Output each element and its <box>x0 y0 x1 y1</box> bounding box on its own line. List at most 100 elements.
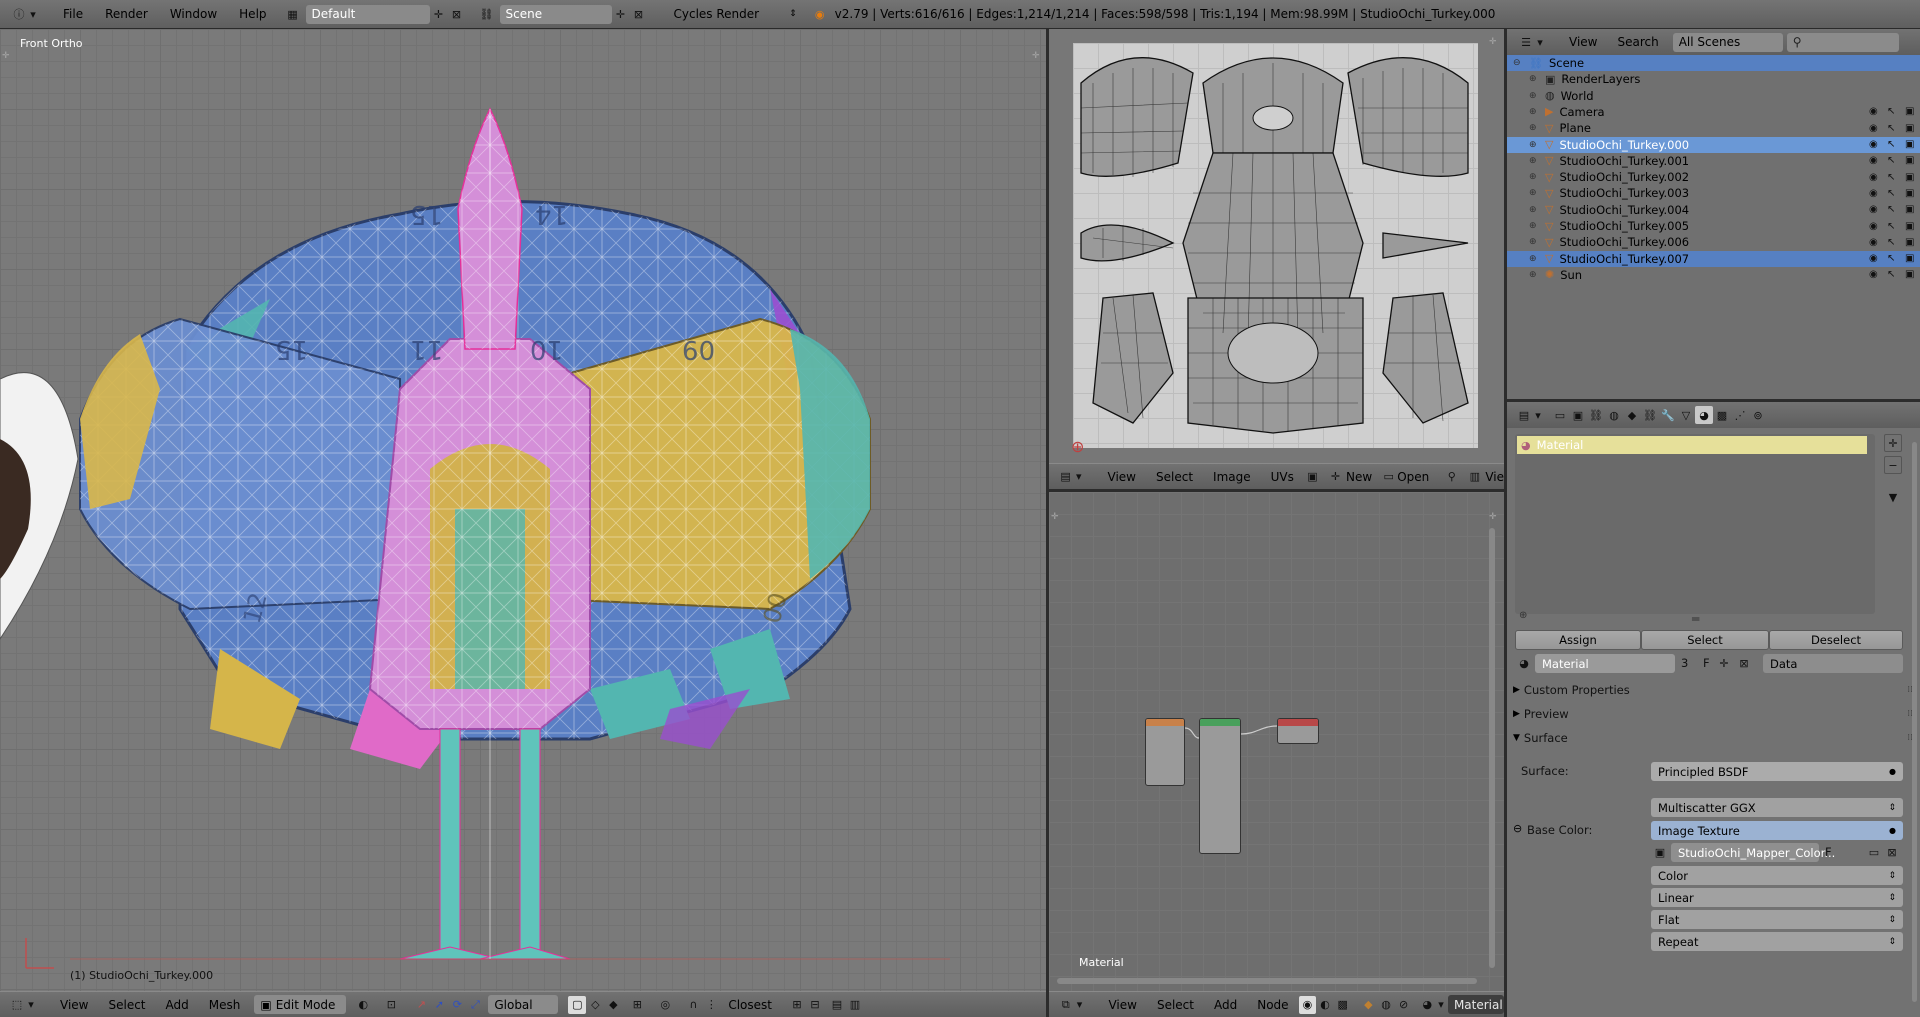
limit-selection-icon[interactable]: ⊞ <box>628 996 646 1014</box>
fake-user-toggle[interactable]: F <box>1703 656 1710 670</box>
material-name-field[interactable]: Material <box>1535 654 1675 673</box>
properties-editor-icon[interactable]: ▤ <box>1515 406 1533 424</box>
menu-view[interactable]: View <box>50 998 98 1012</box>
remove-slot-icon[interactable]: − <box>1884 456 1902 474</box>
snap-options-icon[interactable]: ⊞ <box>788 996 806 1014</box>
area-corner-icon[interactable]: ✛ <box>1489 37 1497 47</box>
list-resize-handle[interactable]: ═ <box>1692 612 1699 626</box>
menu-image[interactable]: Image <box>1203 470 1261 484</box>
node-scrollbar[interactable] <box>1057 978 1477 984</box>
outliner-item[interactable]: ⊕ ▽ StudioOchi_Turkey.006 ◉ ↖ ▣ <box>1507 234 1920 250</box>
outliner-item[interactable]: ⊕ ▽ Plane ◉ ↖ ▣ <box>1507 120 1920 136</box>
menu-render[interactable]: Render <box>94 7 159 21</box>
eye-icon[interactable]: ◉ <box>1869 155 1883 166</box>
constraints-tab-icon[interactable]: ⛓ <box>1641 406 1659 424</box>
cursor-icon[interactable]: ↖ <box>1887 221 1901 232</box>
render-camera-icon[interactable]: ▣ <box>1905 188 1919 199</box>
expand-icon[interactable]: ⊕ <box>1529 188 1541 198</box>
eye-icon[interactable]: ◉ <box>1869 253 1883 264</box>
face-select-icon[interactable]: ◆ <box>604 996 622 1014</box>
menu-search[interactable]: Search <box>1607 35 1668 49</box>
clapper-icon[interactable]: ▥ <box>846 996 864 1014</box>
cursor-icon[interactable]: ↖ <box>1887 269 1901 280</box>
unlink-image-icon[interactable]: ⊠ <box>1883 843 1901 861</box>
expand-icon[interactable]: ⊕ <box>1529 91 1541 101</box>
pivot-icon[interactable]: ⊡ <box>382 996 400 1014</box>
uv-islands[interactable] <box>1073 43 1478 448</box>
texture-tree-icon[interactable]: ▩ <box>1334 996 1352 1014</box>
display-mode-selector[interactable]: All Scenes <box>1672 32 1783 52</box>
eye-icon[interactable]: ◉ <box>1869 139 1883 150</box>
menu-add[interactable]: Add <box>156 998 199 1012</box>
scene-tab-icon[interactable]: ⛓ <box>1587 406 1605 424</box>
data-tab-icon[interactable]: ▽ <box>1677 406 1695 424</box>
projection-selector[interactable]: Flat ⇕ <box>1651 910 1903 929</box>
color-space-selector[interactable]: Color ⇕ <box>1651 866 1903 885</box>
eye-icon[interactable]: ◉ <box>1869 106 1883 117</box>
material-browse-icon[interactable]: ◕ <box>1515 654 1533 672</box>
menu-help[interactable]: Help <box>228 7 277 21</box>
filter-options-icon[interactable]: ⊕ <box>1519 610 1527 621</box>
eye-icon[interactable]: ◉ <box>1869 188 1883 199</box>
add-material-icon[interactable]: ✛ <box>1715 654 1733 672</box>
layout-grid-icon[interactable]: ▦ <box>284 5 302 23</box>
area-corner-icon[interactable]: ✛ <box>2 51 12 61</box>
menu-view[interactable]: View <box>1559 35 1607 49</box>
render-camera-icon[interactable]: ▣ <box>1905 221 1919 232</box>
expand-icon[interactable]: ⊕ <box>1529 221 1541 231</box>
outliner-item[interactable]: ⊕ ▽ StudioOchi_Turkey.007 ◉ ↖ ▣ <box>1507 250 1920 267</box>
collapse-input-icon[interactable]: ⊖ <box>1513 822 1522 835</box>
info-editor-icon[interactable]: ⓘ <box>10 5 28 23</box>
snap-magnet-icon[interactable]: ∩ <box>684 996 702 1014</box>
render-engine-selector[interactable]: Cycles Render <box>674 7 760 21</box>
shader-tree-icon[interactable]: ◉ <box>1298 995 1317 1014</box>
uv-sync-icon[interactable]: ▥ <box>1466 468 1483 486</box>
cursor-icon[interactable]: ↖ <box>1887 237 1901 248</box>
surface-shader-field[interactable]: Principled BSDF ● <box>1651 762 1903 781</box>
expand-icon[interactable]: ⊕ <box>1529 123 1541 133</box>
proportional-edit-icon[interactable]: ◎ <box>656 996 674 1014</box>
interpolation-selector[interactable]: Linear ⇕ <box>1651 888 1903 907</box>
texture-tab-icon[interactable]: ▩ <box>1713 406 1731 424</box>
render-preview-icon[interactable]: ⊟ <box>806 996 824 1014</box>
mode-selector[interactable]: ▣ Edit Mode <box>254 995 347 1014</box>
menu-node[interactable]: Node <box>1247 998 1298 1012</box>
expand-icon[interactable]: ⊕ <box>1529 270 1541 280</box>
image-name-field[interactable]: StudioOchi_Mapper_Color... <box>1671 843 1835 862</box>
expand-icon[interactable]: ⊕ <box>1529 74 1541 84</box>
node-editor[interactable]: ✛ ✛ Material <box>1049 492 1504 992</box>
cursor-icon[interactable]: ↖ <box>1887 253 1901 264</box>
render-camera-icon[interactable]: ▣ <box>1905 155 1919 166</box>
outliner-item[interactable]: ⊕ ◍ World <box>1507 88 1920 104</box>
render-camera-icon[interactable]: ▣ <box>1905 106 1919 117</box>
add-icon[interactable]: ✛ <box>1327 468 1344 486</box>
outliner-item[interactable]: ⊕ ▽ StudioOchi_Turkey.005 ◉ ↖ ▣ <box>1507 218 1920 234</box>
close-layout-icon[interactable]: ⊠ <box>448 5 466 23</box>
render-tab-icon[interactable]: ▭ <box>1551 406 1569 424</box>
material-sphere-icon[interactable]: ◕ <box>1418 996 1436 1014</box>
outliner-editor-icon[interactable]: ☰ <box>1517 33 1535 51</box>
area-corner-icon[interactable]: ✛ <box>1032 51 1042 61</box>
slot-specials-icon[interactable]: ▼ <box>1884 488 1902 506</box>
linestyle-icon[interactable]: ⊘ <box>1395 996 1413 1014</box>
render-camera-icon[interactable]: ▣ <box>1905 269 1919 280</box>
outliner[interactable]: ⊖ ⛓ Scene ⊕ ▣ RenderLayers ⊕ ◍ World ⊕ ▶ Camera ◉ ↖ ▣ ⊕… <box>1507 55 1920 399</box>
collapse-icon[interactable]: ⊖ <box>1513 58 1525 68</box>
snap-target-selector[interactable]: Closest <box>728 998 772 1012</box>
scene-icon[interactable]: ⛓ <box>478 5 496 23</box>
turkey-mesh[interactable] <box>70 89 950 989</box>
image-browse-icon[interactable]: ▣ <box>1651 843 1669 861</box>
render-layers-tab-icon[interactable]: ▣ <box>1569 406 1587 424</box>
world-tab-icon[interactable]: ◍ <box>1605 406 1623 424</box>
menu-add[interactable]: Add <box>1204 998 1247 1012</box>
outliner-item[interactable]: ⊕ ▽ StudioOchi_Turkey.003 ◉ ↖ ▣ <box>1507 185 1920 201</box>
vertex-select-icon[interactable]: ▢ <box>568 995 587 1014</box>
render-camera-icon[interactable]: ▣ <box>1905 139 1919 150</box>
outliner-item[interactable]: ⊕ ▽ StudioOchi_Turkey.000 ◉ ↖ ▣ <box>1507 136 1920 153</box>
orientation-selector[interactable]: Global <box>488 995 559 1014</box>
camera-render-icon[interactable]: ▤ <box>828 996 846 1014</box>
assign-button[interactable]: Assign <box>1515 630 1641 650</box>
material-slot[interactable]: ◕ Material <box>1517 436 1867 454</box>
eye-icon[interactable]: ◉ <box>1869 221 1883 232</box>
chevron-down-icon[interactable]: ▾ <box>1436 996 1446 1014</box>
